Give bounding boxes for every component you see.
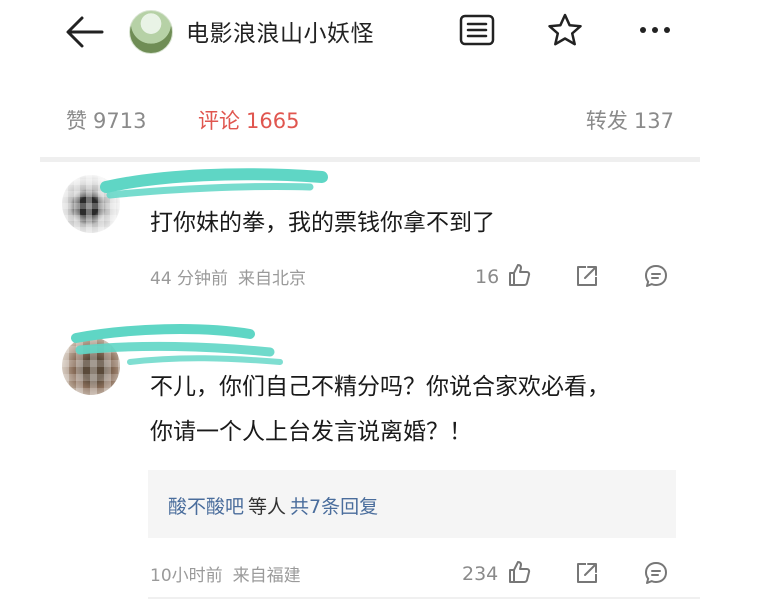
weibo-comments-page: 电影浪浪山小妖怪 赞 9713 评论 1665 转发 137 打你妹的拳，我的票… [0, 0, 778, 609]
comment-text: 不儿，你们自己不精分吗？你说合家欢必看， 你请一个人上台发言说离婚？！ [150, 365, 610, 455]
list-icon[interactable] [459, 14, 495, 46]
star-icon[interactable] [546, 12, 584, 48]
account-avatar[interactable] [129, 10, 173, 54]
thumbs-up-icon[interactable] [506, 262, 532, 288]
tab-comments[interactable]: 评论 1665 [198, 105, 299, 135]
tab-reposts[interactable]: 转发 137 [586, 105, 674, 135]
account-name[interactable]: 电影浪浪山小妖怪 [186, 14, 374, 48]
view-replies-link[interactable]: 共7条回复 [290, 496, 378, 518]
reply-preview[interactable]: 酸不酸吧 等人 共7条回复 [148, 470, 676, 538]
reply-user-link[interactable]: 酸不酸吧 [168, 496, 244, 518]
like-count: 16 [475, 266, 500, 288]
comment-text-line: 不儿，你们自己不精分吗？你说合家欢必看， [150, 374, 610, 400]
comment-text: 打你妹的拳，我的票钱你拿不到了 [150, 210, 495, 236]
comment-meta: 44 分钟前 来自北京 [150, 264, 306, 289]
comment-time: 44 分钟前 [150, 269, 229, 289]
share-icon[interactable] [574, 263, 600, 289]
arrow-left-icon[interactable] [62, 12, 106, 52]
comment-time: 10小时前 [150, 566, 223, 586]
comment-source: 来自福建 [232, 566, 301, 586]
thumbs-up-icon[interactable] [506, 559, 532, 585]
like-count: 234 [462, 563, 499, 585]
share-icon[interactable] [574, 560, 600, 586]
comment-divider [148, 597, 700, 599]
comment-source: 来自北京 [238, 269, 307, 289]
top-bar: 电影浪浪山小妖怪 [0, 0, 778, 68]
comment-icon[interactable] [643, 263, 669, 289]
tab-likes[interactable]: 赞 9713 [66, 105, 146, 135]
reply-summary: 酸不酸吧 等人 共7条回复 [168, 496, 379, 518]
redaction-mark [100, 168, 328, 199]
comment-meta: 10小时前 来自福建 [150, 561, 301, 586]
comment-icon[interactable] [643, 560, 669, 586]
section-divider [40, 157, 700, 162]
comment-text-line: 你请一个人上台发言说离婚？！ [150, 419, 472, 445]
stats-bar: 赞 9713 评论 1665 转发 137 [40, 95, 700, 145]
more-icon[interactable] [637, 20, 673, 40]
